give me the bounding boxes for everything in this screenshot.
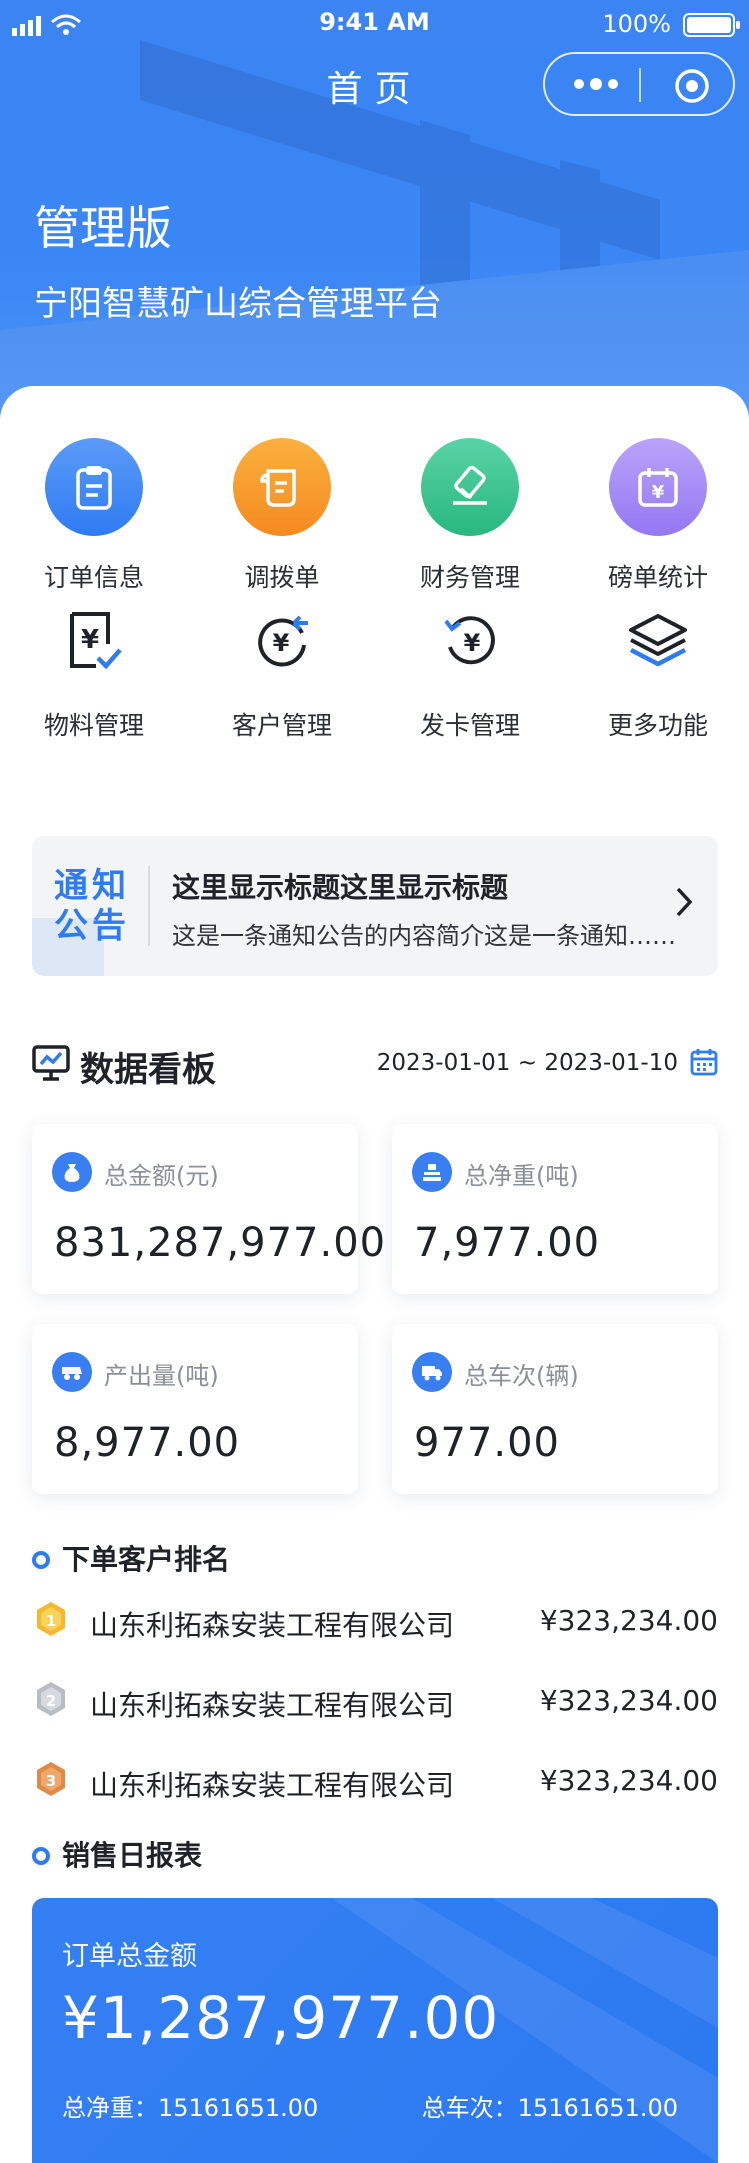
truck-icon (52, 1352, 92, 1392)
menu-item-customers[interactable]: ¥ 客户管理 (188, 606, 376, 742)
calendar-icon[interactable] (690, 1048, 718, 1076)
chevron-right-icon[interactable] (674, 886, 694, 918)
dashboard-header: 数据看板 2023-01-01 ~ 2023-01-10 (32, 1038, 718, 1090)
stat-name: 总金额(元) (104, 1162, 219, 1190)
eraser-icon (421, 438, 519, 536)
menu-item-finance[interactable]: 财务管理 (376, 438, 564, 594)
ranking-row[interactable]: 1 山东利拓森安装工程有限公司 ¥323,234.00 (32, 1596, 718, 1646)
customer-name: 山东利拓森安装工程有限公司 (90, 1609, 455, 1642)
hero-title: 管理版 (34, 201, 172, 255)
sales-section-title: 销售日报表 (32, 1834, 202, 1874)
menu-label: 订单信息 (43, 563, 144, 592)
rank-number: 1 (46, 1612, 56, 1630)
sales-title: 销售日报表 (62, 1839, 203, 1872)
customer-amount: ¥323,234.00 (539, 1684, 718, 1717)
truck-side-icon (412, 1352, 452, 1392)
clipboard-icon (45, 438, 143, 536)
hero-banner: 9:41 AM 100% 首页 管理版 宁阳智慧矿山综合管理平台 (0, 0, 749, 420)
menu-label: 发卡管理 (419, 711, 520, 740)
ranking-row[interactable]: 2 山东利拓森安装工程有限公司 ¥323,234.00 (32, 1676, 718, 1726)
capsule-divider (639, 68, 641, 102)
hero-subtitle: 宁阳智慧矿山综合管理平台 (34, 284, 442, 324)
trips-text: 总车次：15161651.00 (421, 2094, 678, 2122)
stat-card-trips[interactable]: 总车次(辆) 977.00 (392, 1324, 718, 1494)
stat-value: 8,977.00 (54, 1420, 241, 1466)
menu-item-more[interactable]: 更多功能 (564, 606, 749, 742)
stat-name: 产出量(吨) (104, 1362, 219, 1390)
bronze-medal-icon: 3 (37, 1762, 65, 1796)
scroll-icon (233, 438, 331, 536)
gold-medal-icon: 1 (37, 1602, 65, 1636)
svg-text:¥: ¥ (273, 629, 290, 657)
yen-rotate-icon: ¥ (435, 606, 505, 676)
ranking-row[interactable]: 3 山东利拓森安装工程有限公司 ¥323,234.00 (32, 1756, 718, 1806)
notice-banner[interactable]: 通知 公告 这里显示标题这里显示标题 这是一条通知公告的内容简介这是一条通知…… (32, 836, 718, 976)
order-total-label: 订单总金额 (62, 1941, 197, 1972)
date-range[interactable]: 2023-01-01 ~ 2023-01-10 (377, 1050, 678, 1076)
menu-label: 客户管理 (231, 711, 332, 740)
rank-number: 3 (46, 1772, 56, 1790)
menu-item-orders[interactable]: 订单信息 (0, 438, 188, 594)
mini-program-capsule (543, 52, 735, 116)
notice-divider (148, 866, 150, 946)
svg-text:¥: ¥ (652, 482, 665, 503)
stat-value: 7,977.00 (414, 1220, 601, 1266)
customer-name: 山东利拓森安装工程有限公司 (90, 1689, 455, 1722)
menu-item-materials[interactable]: ¥ 物料管理 (0, 606, 188, 742)
monitor-chart-icon (32, 1045, 70, 1081)
money-bag-icon (52, 1152, 92, 1192)
stat-name: 总净重(吨) (464, 1162, 579, 1190)
notice-title: 这里显示标题这里显示标题 (172, 871, 509, 904)
section-dot-icon (32, 1847, 50, 1865)
menu-label: 物料管理 (43, 711, 144, 740)
customer-amount: ¥323,234.00 (539, 1764, 718, 1797)
menu-item-weighbill[interactable]: ¥ 磅单统计 (564, 438, 749, 594)
menu-item-card[interactable]: ¥ 发卡管理 (376, 606, 564, 742)
stat-value: 831,287,977.00 (54, 1220, 387, 1266)
notice-tag-line2: 公告 (54, 906, 130, 946)
sales-summary-card[interactable]: 订单总金额 ¥1,287,977.00 总净重：15161651.00 总车次：… (32, 1898, 718, 2163)
stat-card-output[interactable]: 产出量(吨) 8,977.00 (32, 1324, 358, 1494)
customer-name: 山东利拓森安装工程有限公司 (90, 1769, 455, 1802)
more-dots-icon[interactable] (571, 71, 621, 97)
scale-icon (412, 1152, 452, 1192)
net-weight-text: 总净重：15161651.00 (62, 2094, 319, 2122)
battery-percent: 100% (602, 10, 671, 38)
battery-icon (683, 13, 740, 37)
ranking-section-title: 下单客户排名 (32, 1538, 230, 1578)
menu-item-transfer[interactable]: 调拨单 (188, 438, 376, 594)
menu-label: 调拨单 (244, 563, 320, 592)
calendar-yen-icon: ¥ (609, 438, 707, 536)
notice-description: 这是一条通知公告的内容简介这是一条通知…… (172, 922, 676, 950)
customer-amount: ¥323,234.00 (539, 1604, 718, 1637)
menu-label: 更多功能 (607, 711, 708, 740)
notice-tag: 通知 公告 (54, 866, 154, 946)
notice-tag-line1: 通知 (54, 866, 130, 906)
order-total-value: ¥1,287,977.00 (62, 1984, 500, 2052)
dashboard-title: 数据看板 (80, 1050, 216, 1090)
stat-card-total-amount[interactable]: 总金额(元) 831,287,977.00 (32, 1124, 385, 1294)
yen-doc-icon: ¥ (59, 606, 129, 676)
menu-label: 财务管理 (419, 563, 520, 592)
stat-name: 总车次(辆) (464, 1362, 579, 1390)
section-dot-icon (32, 1551, 50, 1569)
close-target-icon[interactable] (673, 67, 711, 105)
stat-value: 977.00 (414, 1420, 560, 1466)
svg-text:¥: ¥ (81, 625, 99, 655)
menu-label: 磅单统计 (607, 563, 708, 592)
rank-number: 2 (46, 1692, 56, 1710)
layers-icon (623, 606, 693, 676)
silver-medal-icon: 2 (37, 1682, 65, 1716)
stat-card-net-weight[interactable]: 总净重(吨) 7,977.00 (392, 1124, 718, 1294)
status-bar: 9:41 AM 100% (0, 0, 749, 48)
yen-refresh-icon: ¥ (247, 606, 317, 676)
svg-text:¥: ¥ (464, 629, 481, 657)
ranking-title: 下单客户排名 (62, 1543, 231, 1576)
